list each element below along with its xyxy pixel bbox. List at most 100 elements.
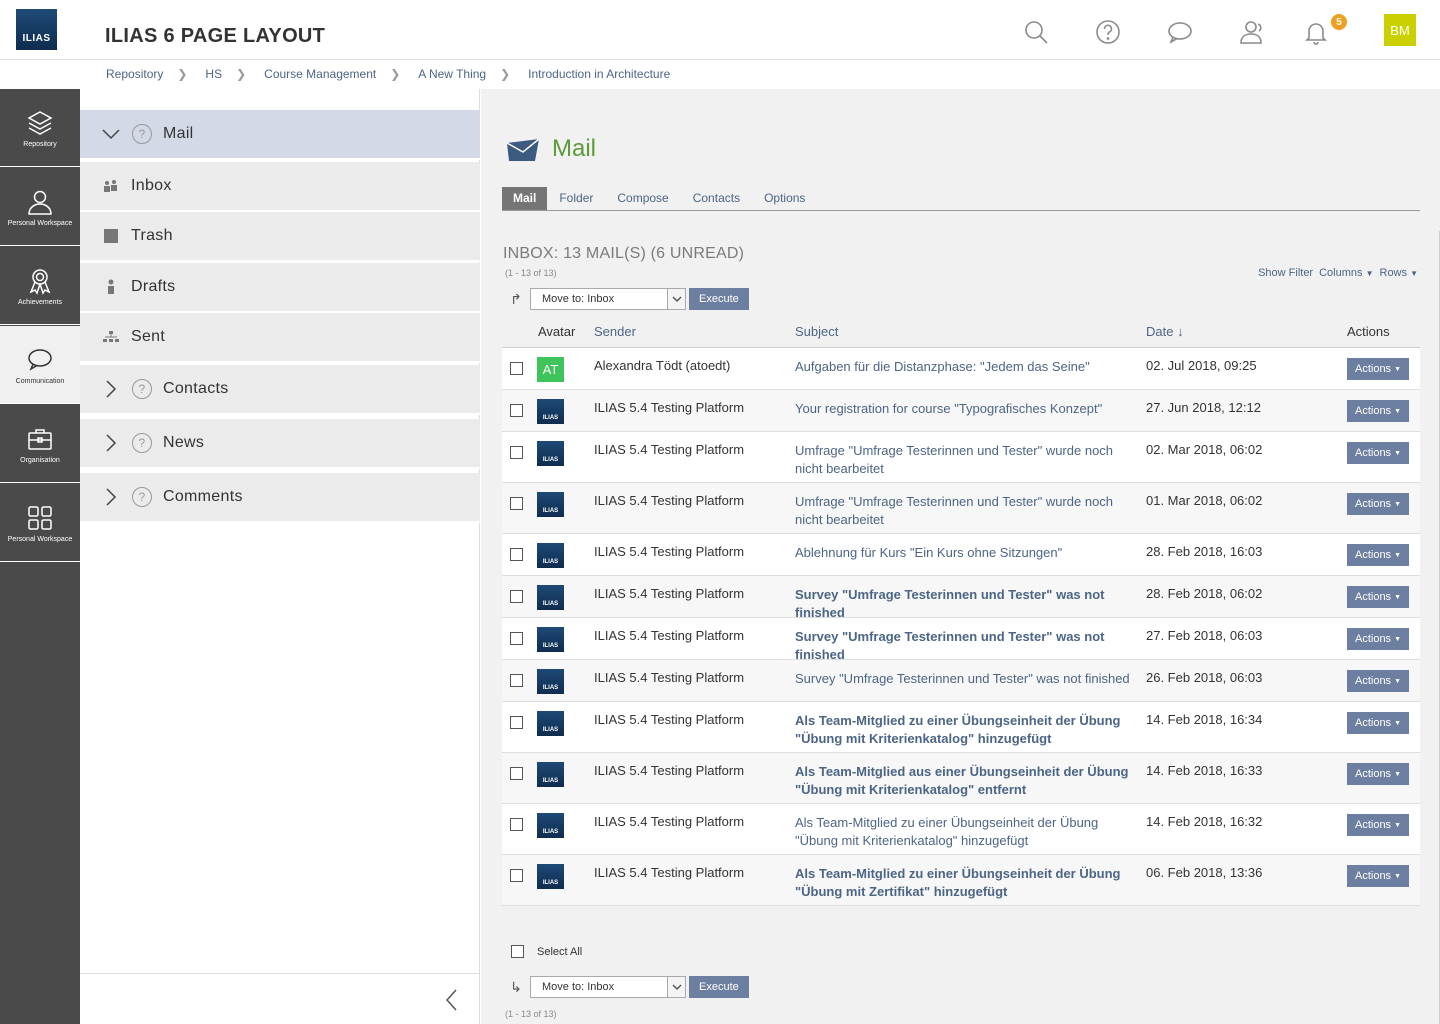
cell-subject-link[interactable]: Survey "Umfrage Testerinnen und Tester" … (795, 586, 1135, 622)
row-actions-button[interactable]: Actions ▼ (1347, 544, 1409, 566)
table-header: Avatar Sender Subject Date ↓ Actions (502, 316, 1420, 348)
rows-dropdown[interactable]: Rows ▼ (1380, 267, 1419, 279)
caret-down-icon: ▼ (1394, 593, 1401, 601)
table-row[interactable]: ILIAS ILIAS 5.4 Testing Platform Als Team-… (502, 855, 1420, 906)
mainbar-label: Personal Workspace (7, 536, 73, 543)
row-actions-button[interactable]: Actions ▼ (1347, 586, 1409, 608)
row-actions-button[interactable]: Actions ▼ (1347, 442, 1409, 464)
search-icon[interactable] (1020, 16, 1052, 48)
move-to-value: Move to: Inbox (542, 981, 615, 993)
row-checkbox[interactable] (510, 497, 523, 510)
tab-contacts[interactable]: Contacts (681, 187, 752, 210)
table-row[interactable]: ILIAS ILIAS 5.4 Testing Platform Survey "U… (502, 660, 1420, 702)
breadcrumb-item[interactable]: Repository (106, 67, 163, 81)
move-to-select-bottom[interactable]: Move to: Inbox (530, 976, 686, 998)
table-row[interactable]: AT Alexandra Tödt (atoedt) Aufgaben für di… (502, 348, 1420, 390)
cell-subject-link[interactable]: Als Team-Mitglied zu einer Übungseinheit… (795, 712, 1135, 748)
slate-group-comments[interactable]: ? Comments (80, 473, 480, 523)
collapse-slate-icon[interactable] (442, 988, 462, 1012)
breadcrumb-item[interactable]: HS (205, 67, 222, 81)
row-checkbox[interactable] (510, 716, 523, 729)
cell-subject-link[interactable]: Survey "Umfrage Testerinnen und Tester" … (795, 670, 1135, 688)
mainbar-item-personal-workspace[interactable]: Personal Workspace (0, 168, 80, 246)
mainbar-item-communication[interactable]: Communication (0, 326, 80, 404)
user-avatar[interactable]: BM (1384, 14, 1416, 46)
columns-dropdown[interactable]: Columns ▼ (1319, 267, 1373, 279)
slate-item-drafts[interactable]: Drafts (80, 263, 480, 313)
table-row[interactable]: ILIAS ILIAS 5.4 Testing Platform Als Team-… (502, 702, 1420, 753)
table-row[interactable]: ILIAS ILIAS 5.4 Testing Platform Als Team-… (502, 804, 1420, 855)
chat-icon[interactable] (1164, 16, 1196, 48)
breadcrumb-item[interactable]: A New Thing (418, 67, 486, 81)
row-actions-button[interactable]: Actions ▼ (1347, 628, 1409, 650)
mainbar-item-organisation[interactable]: Organisation (0, 405, 80, 483)
select-all-row: Select All (502, 936, 1420, 966)
row-actions-button[interactable]: Actions ▼ (1347, 712, 1409, 734)
row-actions-button[interactable]: Actions ▼ (1347, 763, 1409, 785)
cell-subject-link[interactable]: Umfrage "Umfrage Testerinnen und Tester"… (795, 442, 1135, 478)
slate-item-trash[interactable]: Trash (80, 212, 480, 262)
row-actions-button[interactable]: Actions ▼ (1347, 670, 1409, 692)
ilias-logo[interactable]: ILIAS (16, 9, 57, 50)
row-checkbox[interactable] (510, 362, 523, 375)
slate-group-news[interactable]: ? News (80, 419, 480, 469)
row-checkbox[interactable] (510, 869, 523, 882)
move-to-select[interactable]: Move to: Inbox (530, 288, 686, 310)
help-icon: ? (132, 487, 152, 507)
cell-subject-link[interactable]: Ablehnung für Kurs "Ein Kurs ohne Sitzun… (795, 544, 1135, 562)
cell-subject-link[interactable]: Als Team-Mitglied aus einer Übungseinhei… (795, 763, 1135, 799)
row-checkbox[interactable] (510, 767, 523, 780)
table-row[interactable]: ILIAS ILIAS 5.4 Testing Platform Survey "U… (502, 576, 1420, 620)
mainbar-item-achievements[interactable]: Achievements (0, 247, 80, 325)
cell-subject-link[interactable]: Umfrage "Umfrage Testerinnen und Tester"… (795, 493, 1135, 529)
row-actions-button[interactable]: Actions ▼ (1347, 814, 1409, 836)
mainbar-item-repository[interactable]: Repository (0, 89, 80, 167)
mainbar-item-personal-workspace-2[interactable]: Personal Workspace (0, 484, 80, 562)
table-row[interactable]: ILIAS ILIAS 5.4 Testing Platform Umfrage "… (502, 483, 1420, 534)
slate-group-contacts[interactable]: ? Contacts (80, 365, 480, 415)
row-actions-button[interactable]: Actions ▼ (1347, 865, 1409, 887)
execute-button-bottom[interactable]: Execute (689, 976, 749, 998)
table-row[interactable]: ILIAS ILIAS 5.4 Testing Platform Your regi… (502, 390, 1420, 432)
slate-mail-header[interactable]: ? Mail (80, 110, 480, 160)
cell-subject-link[interactable]: Your registration for course "Typografis… (795, 400, 1135, 418)
table-row[interactable]: ILIAS ILIAS 5.4 Testing Platform Als Team-… (502, 753, 1420, 804)
tab-mail[interactable]: Mail (502, 187, 548, 210)
row-actions-button[interactable]: Actions ▼ (1347, 358, 1409, 380)
tab-folder[interactable]: Folder (547, 187, 605, 210)
cell-subject-link[interactable]: Als Team-Mitglied zu einer Übungseinheit… (795, 814, 1135, 850)
show-filter-link[interactable]: Show Filter (1258, 267, 1313, 279)
bell-icon[interactable] (1300, 16, 1332, 48)
row-actions-button[interactable]: Actions ▼ (1347, 400, 1409, 422)
row-actions-button[interactable]: Actions ▼ (1347, 493, 1409, 515)
row-checkbox[interactable] (510, 590, 523, 603)
table-row[interactable]: ILIAS ILIAS 5.4 Testing Platform Ablehnung… (502, 534, 1420, 576)
row-checkbox[interactable] (510, 548, 523, 561)
row-checkbox[interactable] (510, 446, 523, 459)
cell-subject-link[interactable]: Als Team-Mitglied zu einer Übungseinheit… (795, 865, 1135, 901)
table-row[interactable]: ILIAS ILIAS 5.4 Testing Platform Survey "U… (502, 618, 1420, 662)
help-icon[interactable] (1092, 16, 1124, 48)
cell-subject-link[interactable]: Aufgaben für die Distanzphase: "Jedem da… (795, 358, 1135, 376)
breadcrumb-item[interactable]: Course Management (264, 67, 376, 81)
columns-label: Columns (1319, 267, 1363, 279)
row-checkbox[interactable] (510, 404, 523, 417)
tab-compose[interactable]: Compose (605, 187, 680, 210)
column-header-date[interactable]: Date ↓ (1146, 324, 1184, 339)
breadcrumb-item[interactable]: Introduction in Architecture (528, 67, 670, 81)
tab-options[interactable]: Options (752, 187, 817, 210)
briefcase-icon (28, 429, 52, 450)
row-checkbox[interactable] (510, 632, 523, 645)
execute-button[interactable]: Execute (689, 288, 749, 310)
cell-subject-link[interactable]: Survey "Umfrage Testerinnen und Tester" … (795, 628, 1135, 664)
table-row[interactable]: ILIAS ILIAS 5.4 Testing Platform Umfrage "… (502, 432, 1420, 483)
column-header-sender[interactable]: Sender (594, 324, 636, 339)
badge-icon (29, 269, 51, 295)
row-checkbox[interactable] (510, 674, 523, 687)
contacts-icon[interactable] (1236, 16, 1268, 48)
slate-item-sent[interactable]: Sent (80, 313, 480, 363)
slate-item-inbox[interactable]: Inbox (80, 162, 480, 212)
row-checkbox[interactable] (510, 818, 523, 831)
column-header-subject[interactable]: Subject (795, 324, 838, 339)
select-all-checkbox[interactable] (511, 945, 524, 958)
